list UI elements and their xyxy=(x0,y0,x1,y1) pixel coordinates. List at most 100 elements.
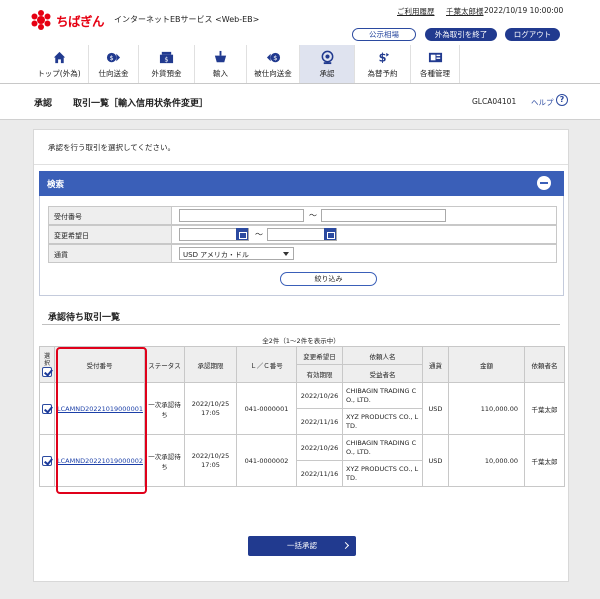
nav-label: 各種管理 xyxy=(420,69,450,78)
chevron-down-icon xyxy=(283,252,289,256)
page-title: 承認 xyxy=(34,99,53,109)
help-icon[interactable]: ? xyxy=(556,94,568,106)
currency-row: 通貨 USD アメリカ・ドル xyxy=(48,244,557,263)
fx-rates-button[interactable]: 公示相場 xyxy=(352,28,416,41)
row-select-cell xyxy=(39,434,55,487)
requester-cell: 千葉太郎 xyxy=(524,434,565,487)
bulk-approve-label: 一括承認 xyxy=(287,541,317,550)
amount-header: 金額 xyxy=(448,346,525,383)
amount-cell: 110,000.00 xyxy=(448,382,525,435)
change-date-cell: 2022/10/26 xyxy=(296,382,343,409)
filter-button[interactable]: 絞り込み xyxy=(280,272,377,286)
nav-label: 輸入 xyxy=(213,69,228,78)
currency-cell: USD xyxy=(422,382,449,435)
end-fx-button[interactable]: 外為取引を終了 xyxy=(425,28,497,41)
chibagin-logo-icon xyxy=(31,10,51,30)
currency-cell: USD xyxy=(422,434,449,487)
currency-label: 通貨 xyxy=(49,245,172,262)
row-checkbox[interactable] xyxy=(42,403,52,414)
currency-header: 通貨 xyxy=(422,346,449,383)
approval-icon xyxy=(321,50,333,65)
lc-number-cell: 041-0000002 xyxy=(236,434,297,487)
search-title: 検索 xyxy=(47,180,65,190)
deadline-cell: 2022/10/25 17:05 xyxy=(184,434,237,487)
select-header-label: 選択 xyxy=(43,352,50,367)
applicant-cell: CHIBAGIN TRADING CO., LTD. xyxy=(342,382,423,409)
service-name: インターネットEBサービス <Web-EB> xyxy=(114,15,260,24)
change-date-label: 変更希望日 xyxy=(49,226,172,243)
deadline-header: 承認期限 xyxy=(184,346,237,383)
logout-button[interactable]: ログアウト xyxy=(505,28,560,41)
fx-contract-icon: $ xyxy=(379,51,390,64)
nav-label: 外貨預金 xyxy=(151,69,182,78)
row-select-cell xyxy=(39,382,55,435)
instruction-text: 承認を行う取引を選択してください。 xyxy=(48,143,176,152)
select-all-checkbox[interactable] xyxy=(42,366,52,377)
search-panel-header[interactable]: 検索 xyxy=(39,171,564,196)
nav-fx-deposit[interactable]: $ 外貨預金 xyxy=(138,45,194,83)
beneficiary-cell: XYZ PRODUCTS CO., LTD. xyxy=(342,408,423,435)
management-icon xyxy=(428,52,442,63)
nav-label: 被仕向送金 xyxy=(254,69,292,78)
status-header: ステータス xyxy=(144,346,185,383)
calendar-icon[interactable] xyxy=(236,228,248,240)
chevron-right-icon xyxy=(341,541,350,550)
receipt-number-row: 受付番号 ～ xyxy=(48,206,557,225)
nav-approval[interactable]: 承認 xyxy=(299,45,354,83)
nav-label: 仕向送金 xyxy=(98,69,129,78)
expiry-cell: 2022/11/16 xyxy=(296,408,343,435)
fx-deposit-icon: $ xyxy=(159,51,174,63)
deadline-cell: 2022/10/25 17:05 xyxy=(184,382,237,435)
nav-top[interactable]: トップ(外為) xyxy=(30,45,88,83)
page-title-bar: 承認 取引一覧［輸入信用状条件変更］ GLCA04101 ヘルプ ? xyxy=(0,84,600,120)
user-name-link[interactable]: 千葉太郎様 xyxy=(446,6,484,17)
import-icon xyxy=(214,50,227,63)
beneficiary-header: 受益者名 xyxy=(342,364,423,383)
app-header: ちばぎん インターネットEBサービス <Web-EB> ご利用履歴 千葉太郎様 … xyxy=(0,0,600,45)
svg-text:$: $ xyxy=(273,54,277,62)
applicant-cell: CHIBAGIN TRADING CO., LTD. xyxy=(342,434,423,461)
svg-text:$: $ xyxy=(110,54,114,62)
change-date-row: 変更希望日 ～ xyxy=(48,225,557,244)
expiry-cell: 2022/11/16 xyxy=(296,460,343,487)
nav-inward-remittance[interactable]: $ 被仕向送金 xyxy=(246,45,299,83)
status-cell: 一次承認待ち xyxy=(144,434,185,487)
expiry-header: 有効期限 xyxy=(296,364,343,383)
nav-management[interactable]: 各種管理 xyxy=(410,45,460,83)
currency-select[interactable]: USD アメリカ・ドル xyxy=(179,247,294,260)
select-header: 選択 xyxy=(39,346,55,383)
help-link[interactable]: ヘルプ xyxy=(531,97,554,108)
usage-history-link[interactable]: ご利用履歴 xyxy=(397,6,435,17)
svg-text:$: $ xyxy=(164,55,168,63)
nav-label: 為替予約 xyxy=(367,69,398,78)
page-subtitle: 取引一覧［輸入信用状条件変更］ xyxy=(73,99,209,109)
lc-number-cell: 041-0000001 xyxy=(236,382,297,435)
svg-text:$: $ xyxy=(379,51,387,64)
divider xyxy=(42,324,560,325)
inward-remittance-icon: $ xyxy=(266,52,280,63)
result-count: 全2件（1～2件を表示中） xyxy=(262,337,340,345)
range-separator: ～ xyxy=(255,230,263,239)
nav-import[interactable]: 輸入 xyxy=(194,45,246,83)
range-separator: ～ xyxy=(309,211,317,220)
nav-fx-contract[interactable]: $ 為替予約 xyxy=(354,45,410,83)
amount-cell: 10,000.00 xyxy=(448,434,525,487)
receipt-number-label: 受付番号 xyxy=(49,207,172,224)
currency-select-value: USD アメリカ・ドル xyxy=(183,251,249,259)
home-icon xyxy=(53,51,65,64)
global-nav: トップ(外為) $ 仕向送金 $ 外貨預金 輸入 $ 被仕向送金 承認 $ 為替… xyxy=(0,45,600,84)
bulk-approve-button[interactable]: 一括承認 xyxy=(248,536,356,556)
divider xyxy=(34,164,568,165)
approval-list-title: 承認待ち取引一覧 xyxy=(48,313,121,323)
beneficiary-cell: XYZ PRODUCTS CO., LTD. xyxy=(342,460,423,487)
row-checkbox[interactable] xyxy=(42,455,52,466)
calendar-icon[interactable] xyxy=(324,228,336,240)
nav-label: トップ(外為) xyxy=(37,69,81,78)
status-cell: 一次承認待ち xyxy=(144,382,185,435)
nav-outward-remittance[interactable]: $ 仕向送金 xyxy=(88,45,138,83)
brand-name: ちばぎん xyxy=(56,14,105,29)
receipt-number-from-input[interactable] xyxy=(179,209,304,222)
receipt-number-to-input[interactable] xyxy=(321,209,446,222)
collapse-icon[interactable] xyxy=(537,176,551,190)
requester-header: 依頼者名 xyxy=(524,346,565,383)
